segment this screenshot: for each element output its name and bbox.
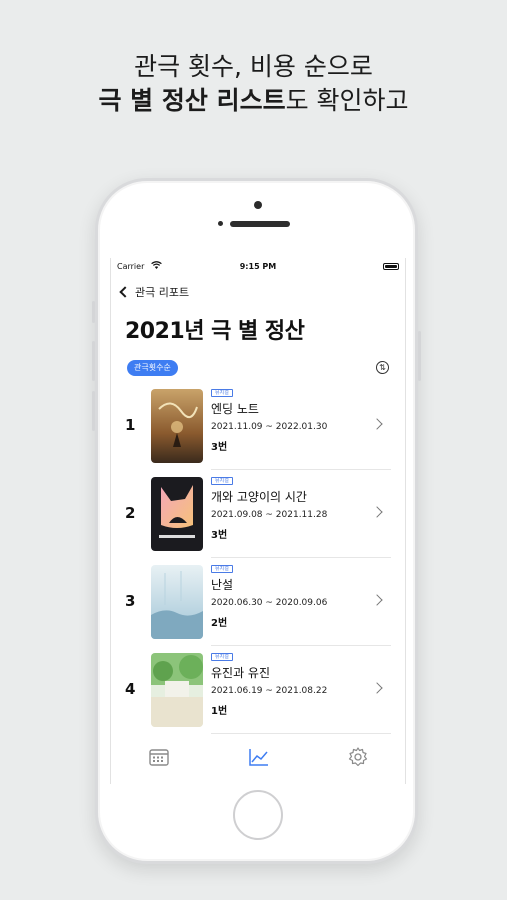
play-name: 개와 고양이의 시간 bbox=[211, 490, 307, 504]
poster-image bbox=[151, 565, 203, 639]
poster-image bbox=[151, 653, 203, 727]
battery-icon bbox=[383, 263, 399, 270]
list-item[interactable]: 2 뮤지컬 개와 고양이의 시간 2021.09.08 ~ 2021.11.28… bbox=[111, 470, 405, 558]
front-camera bbox=[254, 201, 262, 209]
earpiece-speaker bbox=[230, 221, 290, 227]
mute-switch bbox=[92, 301, 95, 323]
list-item[interactable]: 4 뮤지컬 유진과 유진 2021.06.19 ~ 2021.08.22 1번 bbox=[111, 646, 405, 734]
rank-number: 1 bbox=[125, 416, 136, 434]
play-dates: 2021.09.08 ~ 2021.11.28 bbox=[211, 510, 328, 520]
play-list: 1 뮤지컬 엔딩 노트 2021.11.09 ~ 2022.01.30 3번 2… bbox=[111, 382, 405, 734]
list-item[interactable]: 1 뮤지컬 엔딩 노트 2021.11.09 ~ 2022.01.30 3번 bbox=[111, 382, 405, 470]
volume-up-button bbox=[92, 341, 95, 381]
list-item[interactable]: 3 뮤지컬 난설 2020.06.30 ~ 2020.09.06 2번 bbox=[111, 558, 405, 646]
sort-chip[interactable]: 관극횟수순 bbox=[127, 360, 178, 376]
rank-number: 4 bbox=[125, 680, 136, 698]
tab-bar bbox=[111, 734, 405, 784]
chart-line-icon bbox=[249, 749, 268, 766]
headline-line2-bold: 극 별 정산 리스트 bbox=[98, 86, 286, 115]
back-button[interactable]: 관극 리포트 bbox=[119, 284, 189, 300]
chevron-right-icon bbox=[371, 594, 383, 606]
play-dates: 2021.11.09 ~ 2022.01.30 bbox=[211, 422, 328, 432]
tab-calendar[interactable] bbox=[148, 746, 170, 768]
genre-badge: 뮤지컬 bbox=[211, 477, 233, 485]
tab-settings[interactable] bbox=[347, 746, 369, 768]
rank-number: 3 bbox=[125, 592, 136, 610]
status-bar: Carrier 9:15 PM bbox=[111, 258, 405, 274]
promo-headline: 관극 횟수, 비용 순으로 극 별 정산 리스트도 확인하고 bbox=[0, 50, 507, 118]
rank-number: 2 bbox=[125, 504, 136, 522]
poster-image bbox=[151, 389, 203, 463]
sort-toggle-icon[interactable]: ⇅ bbox=[376, 361, 389, 374]
genre-badge: 뮤지컬 bbox=[211, 565, 233, 573]
page-title: 2021년 극 별 정산 bbox=[125, 319, 305, 344]
proximity-sensor bbox=[218, 221, 223, 226]
genre-badge: 뮤지컬 bbox=[211, 653, 233, 661]
calendar-icon bbox=[149, 749, 169, 766]
play-name: 엔딩 노트 bbox=[211, 402, 259, 416]
headline-line2-rest: 도 확인하고 bbox=[285, 86, 409, 115]
chevron-right-icon bbox=[371, 682, 383, 694]
play-dates: 2020.06.30 ~ 2020.09.06 bbox=[211, 598, 328, 608]
power-button bbox=[418, 331, 421, 381]
view-count: 1번 bbox=[211, 706, 228, 717]
gear-icon bbox=[348, 747, 368, 767]
volume-down-button bbox=[92, 391, 95, 431]
tab-report[interactable] bbox=[248, 746, 270, 768]
phone-frame: Carrier 9:15 PM 관극 리포트 2021년 극 별 정산 관극횟수… bbox=[92, 178, 421, 864]
view-count: 3번 bbox=[211, 530, 228, 541]
poster-image bbox=[151, 477, 203, 551]
chevron-right-icon bbox=[371, 506, 383, 518]
chevron-left-icon bbox=[119, 286, 131, 298]
status-time: 9:15 PM bbox=[239, 262, 277, 271]
chevron-right-icon bbox=[371, 418, 383, 430]
app-screen: Carrier 9:15 PM 관극 리포트 2021년 극 별 정산 관극횟수… bbox=[110, 258, 406, 784]
view-count: 2번 bbox=[211, 618, 228, 629]
back-label: 관극 리포트 bbox=[135, 286, 190, 299]
headline-line1: 관극 횟수, 비용 순으로 bbox=[134, 52, 373, 81]
play-name: 난설 bbox=[211, 578, 234, 592]
view-count: 3번 bbox=[211, 442, 228, 453]
headline-line2: 극 별 정산 리스트도 확인하고 bbox=[0, 84, 507, 118]
play-dates: 2021.06.19 ~ 2021.08.22 bbox=[211, 686, 328, 696]
genre-badge: 뮤지컬 bbox=[211, 389, 233, 397]
home-button[interactable] bbox=[233, 790, 283, 840]
play-name: 유진과 유진 bbox=[211, 666, 271, 680]
